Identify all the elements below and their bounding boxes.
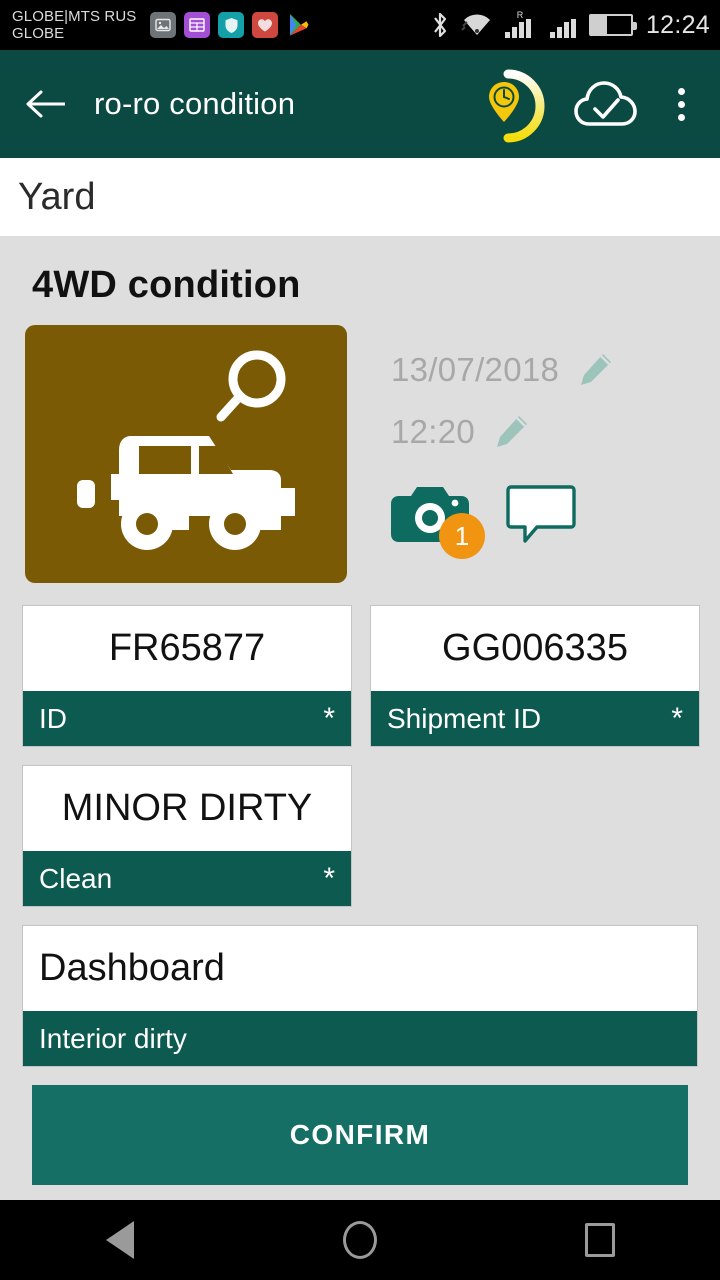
- field-value[interactable]: GG006335: [371, 606, 699, 691]
- field-clean[interactable]: MINOR DIRTY Clean *: [22, 765, 352, 907]
- back-button[interactable]: [22, 80, 70, 128]
- home-nav-button[interactable]: [315, 1200, 405, 1280]
- confirm-button[interactable]: CONFIRM: [32, 1085, 688, 1185]
- back-nav-button[interactable]: [75, 1200, 165, 1280]
- field-label-bar: Clean *: [23, 851, 351, 906]
- phone-screen: GLOBE|MTS RUS GLOBE R 12:24 ro-ro condit…: [0, 0, 720, 1280]
- suv-vehicle-icon: [69, 428, 301, 557]
- wifi-icon: [461, 14, 490, 35]
- carrier-line-1: GLOBE|MTS RUS: [12, 8, 137, 25]
- field-row-2: MINOR DIRTY Clean *: [22, 765, 698, 907]
- field-value[interactable]: Dashboard: [23, 926, 697, 1011]
- camera-button[interactable]: 1: [391, 483, 485, 559]
- app-bar: ro-ro condition: [0, 50, 720, 158]
- recents-nav-button[interactable]: [555, 1200, 645, 1280]
- field-label-bar: ID *: [23, 691, 351, 746]
- field-label-text: Interior dirty: [39, 1022, 187, 1054]
- inspection-date: 13/07/2018: [391, 351, 560, 388]
- pencil-icon[interactable]: [575, 350, 615, 390]
- battery-icon: [588, 14, 637, 36]
- status-clock: 12:24: [645, 10, 710, 39]
- magnifier-icon: [213, 349, 291, 434]
- date-row[interactable]: 13/07/2018: [391, 339, 698, 401]
- inspection-meta: 13/07/2018 12:20 1: [347, 325, 698, 583]
- breadcrumb[interactable]: Yard: [0, 158, 720, 236]
- field-value[interactable]: MINOR DIRTY: [23, 766, 351, 851]
- page-title: ro-ro condition: [94, 86, 296, 121]
- form-fields: FR65877 ID * GG006335 Shipment ID * MINO…: [22, 583, 700, 1185]
- comment-bubble-icon: [506, 485, 576, 543]
- status-system-icons: R 12:24: [429, 0, 710, 50]
- carrier-label: GLOBE|MTS RUS GLOBE: [12, 8, 136, 42]
- photo-count-badge: 1: [439, 513, 485, 559]
- field-id[interactable]: FR65877 ID *: [22, 605, 352, 747]
- carrier-line-2: GLOBE: [12, 25, 65, 42]
- section-title: 4WD condition: [32, 264, 301, 306]
- status-bar: GLOBE|MTS RUS GLOBE R 12:24: [0, 0, 720, 50]
- field-label-text: ID: [39, 702, 67, 734]
- field-label-bar: Shipment ID *: [371, 691, 699, 746]
- vehicle-image-card[interactable]: [25, 325, 347, 583]
- pencil-icon[interactable]: [491, 412, 531, 452]
- field-interior-dirty[interactable]: Dashboard Interior dirty: [22, 925, 698, 1067]
- required-asterisk: *: [323, 861, 335, 895]
- field-value[interactable]: FR65877: [23, 606, 351, 691]
- signal-roaming-icon: R: [504, 10, 531, 38]
- field-shipment-id[interactable]: GG006335 Shipment ID *: [370, 605, 700, 747]
- play-store-icon: [286, 12, 312, 38]
- android-nav-bar: [0, 1200, 720, 1280]
- required-asterisk: *: [323, 701, 335, 735]
- inspection-time: 12:20: [391, 413, 476, 450]
- required-asterisk: *: [671, 701, 683, 735]
- app-bar-actions: [486, 68, 698, 143]
- signal-icon: [549, 19, 576, 38]
- field-row-1: FR65877 ID * GG006335 Shipment ID *: [22, 605, 700, 747]
- content-area: 4WD condition 13/07/2018 12:20 1 FR65877…: [0, 236, 720, 1185]
- shield-icon: [218, 12, 245, 38]
- location-clock-icon[interactable]: [486, 68, 548, 143]
- overflow-menu-icon[interactable]: [664, 80, 698, 128]
- time-row[interactable]: 12:20: [391, 401, 698, 463]
- svg-text:R: R: [517, 10, 524, 20]
- heart-icon: [252, 12, 279, 38]
- breadcrumb-label: Yard: [18, 175, 96, 218]
- bluetooth-icon: [434, 12, 447, 38]
- list-icon: [184, 12, 211, 38]
- field-row-3: Dashboard Interior dirty: [22, 925, 698, 1067]
- cloud-check-icon[interactable]: [574, 78, 638, 130]
- field-label-text: Shipment ID: [387, 702, 542, 734]
- status-notification-icons: [150, 12, 312, 38]
- comment-button[interactable]: [505, 483, 577, 545]
- attachment-icons: 1: [391, 483, 698, 559]
- vehicle-summary-row: 13/07/2018 12:20 1: [22, 325, 698, 583]
- photos-icon: [150, 12, 177, 38]
- field-label-text: Clean: [39, 862, 113, 894]
- field-label-bar: Interior dirty: [23, 1011, 697, 1066]
